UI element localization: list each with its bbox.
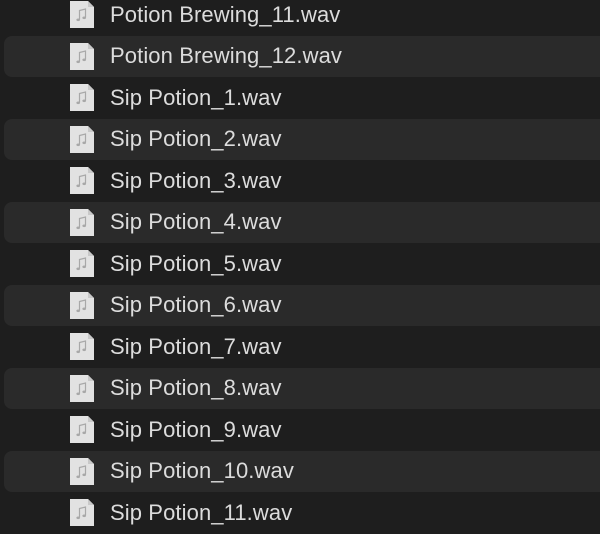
file-name: Potion Brewing_11.wav — [110, 1, 341, 27]
file-row[interactable]: Potion Brewing_11.wav — [0, 0, 600, 36]
file-row[interactable]: Sip Potion_11.wav — [0, 492, 600, 534]
audio-file-icon — [70, 167, 94, 195]
file-name: Sip Potion_9.wav — [110, 416, 282, 442]
audio-file-icon — [70, 374, 94, 402]
file-row[interactable]: Sip Potion_5.wav — [0, 243, 600, 285]
file-name: Sip Potion_8.wav — [110, 375, 282, 401]
file-row[interactable]: Sip Potion_8.wav — [4, 367, 600, 409]
audio-file-icon — [70, 291, 94, 319]
audio-file-icon — [70, 1, 94, 29]
audio-file-icon — [70, 208, 94, 236]
audio-file-icon — [70, 457, 94, 485]
audio-file-icon — [70, 333, 94, 361]
audio-file-icon — [70, 42, 94, 70]
file-row[interactable]: Sip Potion_9.wav — [0, 409, 600, 451]
file-name: Sip Potion_4.wav — [110, 209, 282, 235]
file-name: Sip Potion_1.wav — [110, 84, 282, 110]
file-name: Sip Potion_10.wav — [110, 458, 294, 484]
audio-file-icon — [70, 125, 94, 153]
file-row[interactable]: Sip Potion_10.wav — [4, 450, 600, 492]
file-name: Sip Potion_6.wav — [110, 292, 282, 318]
file-name: Sip Potion_5.wav — [110, 250, 282, 276]
file-name: Sip Potion_3.wav — [110, 167, 282, 193]
audio-file-icon — [70, 250, 94, 278]
file-name: Sip Potion_11.wav — [110, 499, 293, 525]
file-name: Sip Potion_2.wav — [110, 126, 282, 152]
file-row[interactable]: Sip Potion_6.wav — [4, 284, 600, 326]
file-row[interactable]: Sip Potion_7.wav — [0, 326, 600, 368]
audio-file-icon — [70, 84, 94, 112]
file-row[interactable]: Potion Brewing_12.wav — [4, 35, 600, 77]
file-row[interactable]: Sip Potion_1.wav — [0, 77, 600, 119]
file-name: Potion Brewing_12.wav — [110, 43, 343, 69]
file-row[interactable]: Sip Potion_2.wav — [4, 118, 600, 160]
file-name: Sip Potion_7.wav — [110, 333, 282, 359]
audio-file-icon — [70, 416, 94, 444]
audio-file-icon — [70, 499, 94, 527]
file-list: Potion Brewing_11.wav Potion Brewing_12.… — [0, 0, 600, 534]
file-row[interactable]: Sip Potion_3.wav — [0, 160, 600, 202]
file-row[interactable]: Sip Potion_4.wav — [4, 201, 600, 243]
